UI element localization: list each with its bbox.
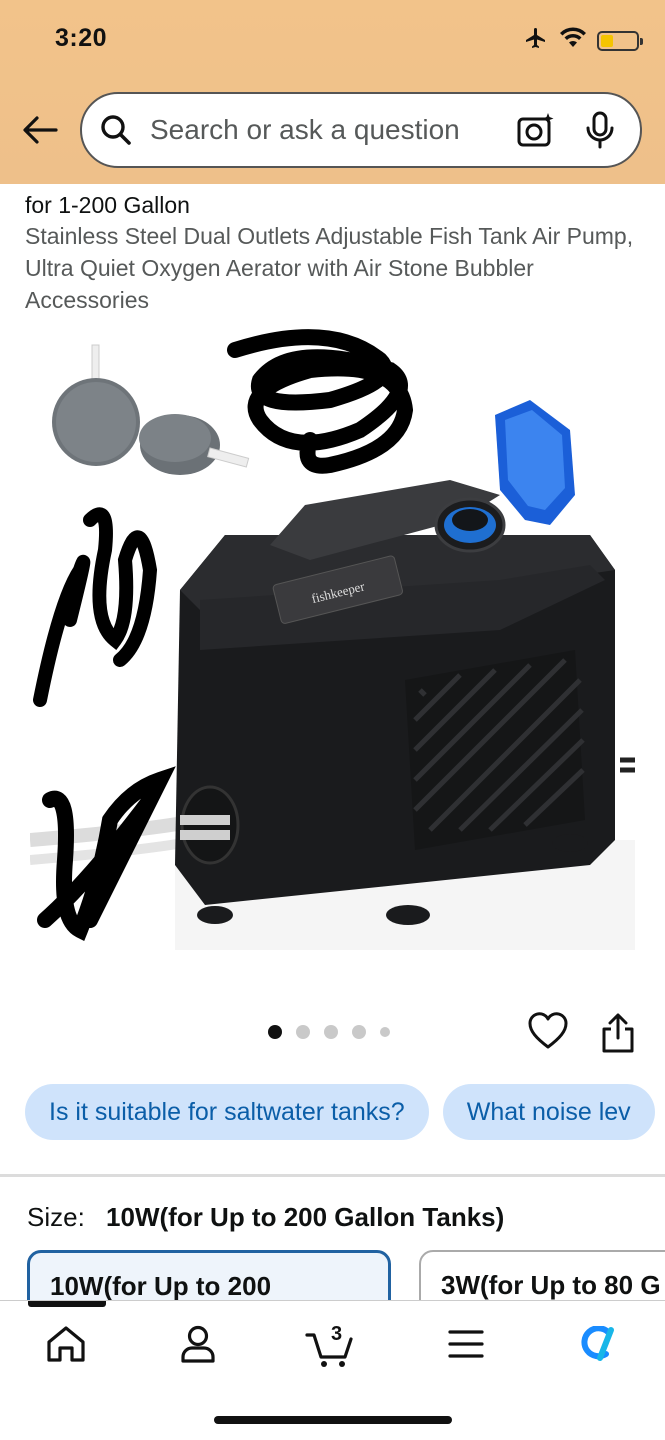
- search-icon: [98, 112, 134, 148]
- back-button[interactable]: [20, 112, 60, 152]
- status-time: 3:20: [55, 24, 108, 52]
- share-icon: [600, 1013, 636, 1058]
- nav-rufus[interactable]: [568, 1321, 628, 1371]
- menu-icon: [448, 1329, 484, 1364]
- app-header: 3:20: [0, 0, 665, 184]
- account-icon: [180, 1324, 216, 1369]
- heart-icon: [528, 1012, 568, 1054]
- cart-icon: 3: [305, 1323, 355, 1369]
- battery-icon: [597, 30, 643, 51]
- share-button[interactable]: [600, 1012, 638, 1054]
- product-title[interactable]: for 1-200 Gallon: [25, 190, 645, 220]
- product-image[interactable]: fishkeeper: [29, 320, 635, 960]
- air-stone-image: [52, 344, 250, 475]
- product-subtitle: Stainless Steel Dual Outlets Adjustable …: [25, 223, 634, 313]
- wishlist-button[interactable]: [528, 1012, 568, 1052]
- pagination-dot-5[interactable]: [380, 1027, 390, 1037]
- pagination-dot-4[interactable]: [352, 1025, 366, 1039]
- pagination-dot-2[interactable]: [296, 1025, 310, 1039]
- nav-cart[interactable]: 3: [300, 1321, 360, 1371]
- air-pump-image: fishkeeper: [175, 400, 615, 925]
- home-icon: [45, 1324, 87, 1369]
- question-chips: Is it suitable for saltwater tanks? What…: [25, 1084, 655, 1140]
- wifi-icon: [559, 27, 587, 54]
- size-selected-value: 10W(for Up to 200 Gallon Tanks): [106, 1202, 505, 1232]
- status-icons: [523, 26, 643, 55]
- question-chip[interactable]: Is it suitable for saltwater tanks?: [25, 1084, 429, 1140]
- pagination-dot-3[interactable]: [324, 1025, 338, 1039]
- size-selector-label: Size: 10W(for Up to 200 Gallon Tanks): [27, 1202, 504, 1233]
- image-pagination[interactable]: [268, 1025, 390, 1039]
- airplane-icon: [523, 26, 549, 55]
- search-bar[interactable]: [80, 92, 642, 168]
- question-chip[interactable]: What noise lev: [442, 1084, 655, 1140]
- rufus-icon: [578, 1324, 618, 1367]
- search-input[interactable]: [150, 114, 516, 146]
- active-tab-indicator: [28, 1301, 106, 1307]
- pagination-dot-1[interactable]: [268, 1025, 282, 1039]
- cart-count-badge: 3: [331, 1323, 343, 1345]
- nav-account[interactable]: [168, 1321, 228, 1371]
- home-indicator: [214, 1416, 452, 1424]
- camera-icon[interactable]: [516, 110, 556, 150]
- mic-icon[interactable]: [582, 110, 618, 150]
- section-divider: [0, 1174, 665, 1177]
- size-label: Size:: [27, 1202, 85, 1232]
- product-title-block: for 1-200 Gallon Stainless Steel Dual Ou…: [25, 190, 645, 316]
- back-arrow-icon: [22, 115, 58, 150]
- product-page: 3:20 Search or ask a question for 1-200 …: [0, 0, 665, 1440]
- nav-home[interactable]: [36, 1321, 96, 1371]
- nav-menu[interactable]: [436, 1321, 496, 1371]
